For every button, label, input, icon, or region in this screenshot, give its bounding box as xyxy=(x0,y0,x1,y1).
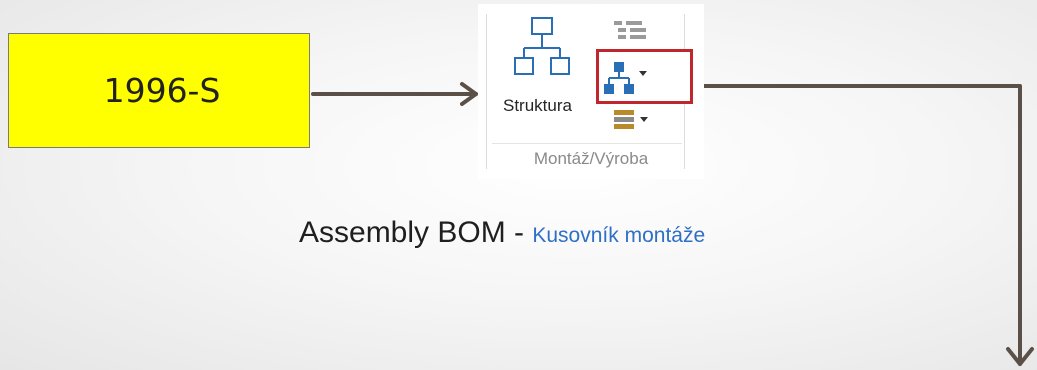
routing-button[interactable] xyxy=(610,104,660,134)
struktura-button[interactable]: Struktura xyxy=(498,14,590,124)
list-structure-button[interactable] xyxy=(610,16,650,46)
caption: Assembly BOM - Kusovník montáže xyxy=(299,216,705,250)
ribbon-group-label: Montáž/Výroba xyxy=(533,149,649,168)
list-structure-icon xyxy=(614,21,646,39)
caption-main: Assembly BOM - xyxy=(299,216,533,249)
ribbon-group-assembly: Struktura Montáž/Výroba xyxy=(478,4,704,179)
org-chart-icon xyxy=(514,17,570,75)
struktura-label: Struktura xyxy=(503,96,572,115)
routing-icon xyxy=(614,110,648,129)
hierarchy-icon xyxy=(604,62,647,94)
ribbon-separator-left xyxy=(486,14,487,169)
caption-sub: Kusovník montáže xyxy=(532,224,706,247)
arrow-from-button xyxy=(701,84,1022,366)
assembly-bom-button[interactable] xyxy=(596,49,693,104)
ribbon-group-divider xyxy=(492,143,682,144)
item-code: 1996-S xyxy=(103,71,221,110)
item-code-box: 1996-S xyxy=(8,33,310,148)
